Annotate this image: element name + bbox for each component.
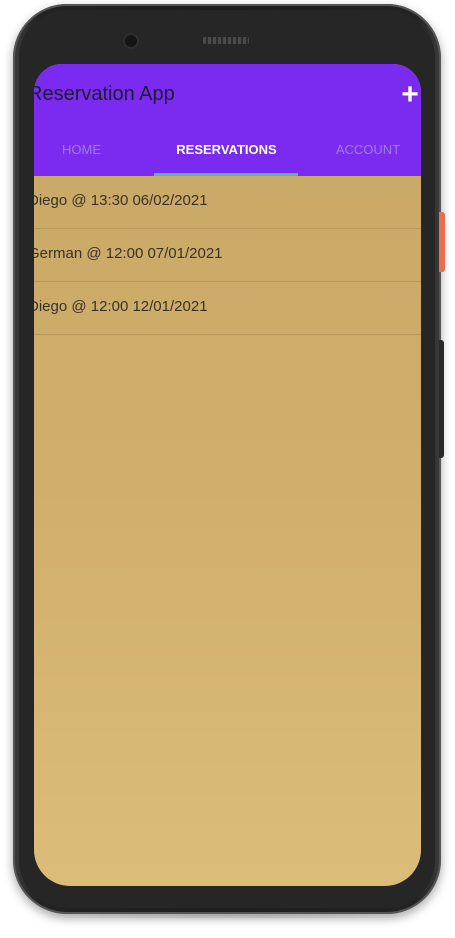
add-reservation-button[interactable]: + <box>399 80 421 110</box>
app-screen: Reservation App + HOME RESERVATIONS ACCO… <box>34 64 421 886</box>
app-title: Reservation App <box>34 83 175 105</box>
volume-button[interactable] <box>439 340 444 458</box>
reservation-item[interactable]: Diego @ 12:00 12/01/2021 <box>34 282 421 335</box>
reservation-item[interactable]: German @ 12:00 07/01/2021 <box>34 229 421 282</box>
tab-reservations[interactable]: RESERVATIONS <box>154 134 299 176</box>
tab-home[interactable]: HOME <box>44 134 119 176</box>
reservation-text: German @ 12:00 07/01/2021 <box>34 245 223 262</box>
tab-account[interactable]: ACCOUNT <box>330 134 406 176</box>
speaker-icon <box>203 37 249 44</box>
camera-icon <box>123 33 139 49</box>
plus-icon: + <box>401 78 419 111</box>
power-button[interactable] <box>439 212 445 272</box>
reservation-item[interactable]: Diego @ 13:30 06/02/2021 <box>34 176 421 229</box>
device-stage: Reservation App + HOME RESERVATIONS ACCO… <box>0 0 455 938</box>
app-bar: Reservation App + HOME RESERVATIONS ACCO… <box>34 64 421 176</box>
reservation-text: Diego @ 12:00 12/01/2021 <box>34 298 208 315</box>
tab-bar: HOME RESERVATIONS ACCOUNT <box>34 134 421 176</box>
reservation-text: Diego @ 13:30 06/02/2021 <box>34 192 208 209</box>
reservation-list: Diego @ 13:30 06/02/2021 German @ 12:00 … <box>34 176 421 335</box>
